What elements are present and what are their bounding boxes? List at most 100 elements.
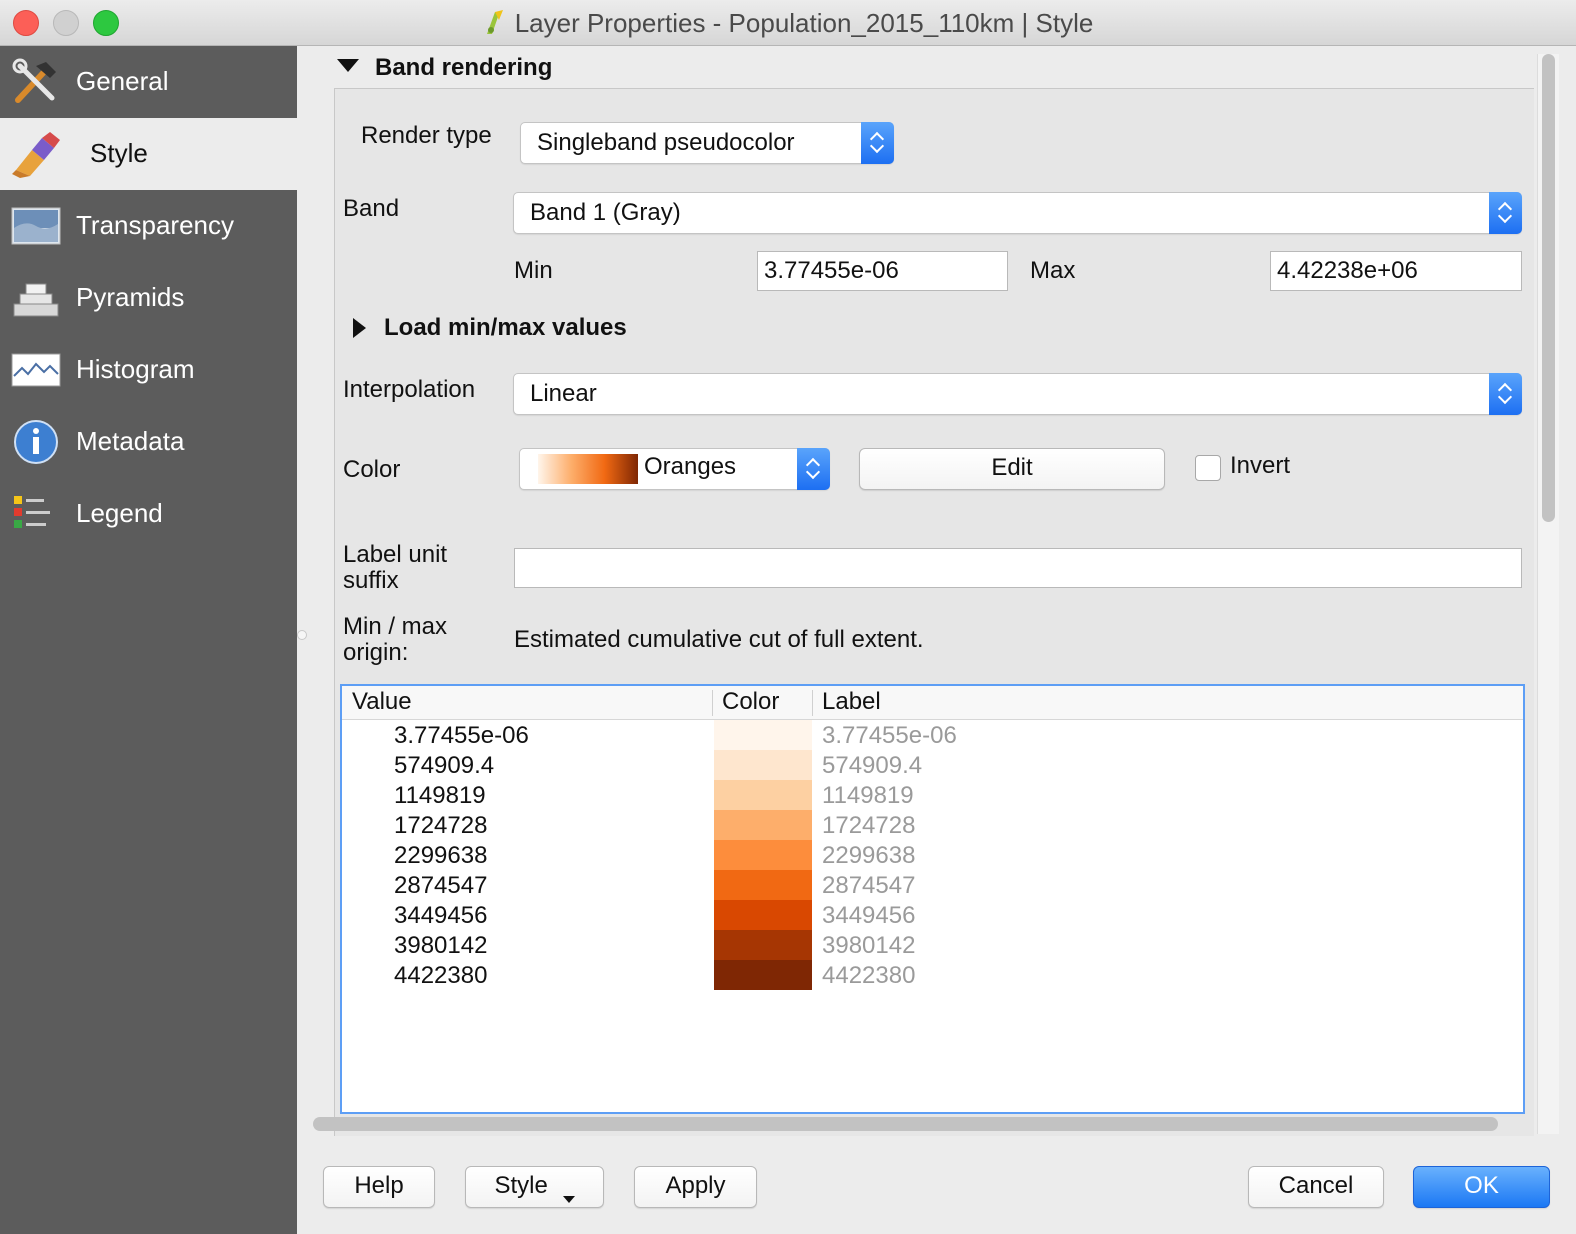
render-type-select[interactable]: Singleband pseudocolor	[520, 122, 894, 164]
expand-triangle-icon	[353, 318, 366, 338]
table-row[interactable]: 4422380 4422380	[342, 960, 1523, 990]
column-header-label[interactable]: Label	[822, 688, 881, 716]
edit-color-ramp-button[interactable]: Edit	[859, 448, 1165, 490]
updown-arrows-icon	[797, 448, 830, 490]
table-row[interactable]: 574909.4 574909.4	[342, 750, 1523, 780]
sidebar-item-style[interactable]: Style	[0, 118, 297, 190]
row-color-swatch[interactable]	[714, 720, 812, 750]
style-menu-button[interactable]: Style	[465, 1166, 604, 1208]
color-label: Color	[343, 456, 401, 483]
interpolation-select[interactable]: Linear	[513, 373, 1522, 415]
row-label[interactable]: 3.77455e-06	[822, 722, 957, 750]
row-value[interactable]: 4422380	[394, 962, 487, 990]
color-ramp-select[interactable]: Oranges	[519, 448, 830, 490]
row-color-swatch[interactable]	[714, 840, 812, 870]
scrollbar-thumb[interactable]	[1542, 54, 1555, 522]
row-value[interactable]: 3.77455e-06	[394, 722, 529, 750]
sidebar-item-pyramids[interactable]: Pyramids	[0, 262, 297, 334]
section-title: Band rendering	[375, 54, 553, 81]
row-color-swatch[interactable]	[714, 930, 812, 960]
row-value[interactable]: 2299638	[394, 842, 487, 870]
row-label[interactable]: 2874547	[822, 872, 915, 900]
sidebar-item-metadata[interactable]: Metadata	[0, 406, 297, 478]
band-select[interactable]: Band 1 (Gray)	[513, 192, 1522, 234]
cancel-button[interactable]: Cancel	[1248, 1166, 1384, 1208]
label-line: origin:	[343, 639, 409, 666]
updown-arrows-icon	[861, 122, 894, 164]
row-value[interactable]: 3449456	[394, 902, 487, 930]
min-input[interactable]	[757, 251, 1008, 291]
row-label[interactable]: 3980142	[822, 932, 915, 960]
interpolation-label: Interpolation	[343, 376, 476, 403]
sidebar-item-general[interactable]: General	[0, 46, 297, 118]
style-panel: Band rendering Render type Singleband ps…	[297, 46, 1576, 1234]
vertical-scrollbar[interactable]	[1537, 54, 1559, 1134]
paintbrush-icon	[12, 132, 60, 178]
column-header-value[interactable]: Value	[352, 688, 412, 716]
row-label[interactable]: 4422380	[822, 962, 915, 990]
table-row[interactable]: 2874547 2874547	[342, 870, 1523, 900]
row-color-swatch[interactable]	[714, 810, 812, 840]
table-row[interactable]: 1724728 1724728	[342, 810, 1523, 840]
invert-checkbox[interactable]	[1195, 455, 1221, 481]
table-row[interactable]: 3449456 3449456	[342, 900, 1523, 930]
row-color-swatch[interactable]	[714, 900, 812, 930]
color-ramp-preview	[538, 454, 638, 484]
help-button[interactable]: Help	[323, 1166, 435, 1208]
dropdown-arrow-icon	[562, 1196, 575, 1203]
row-label[interactable]: 1149819	[822, 782, 914, 810]
label-line: Label unit	[343, 541, 448, 568]
collapse-triangle-icon	[337, 59, 359, 72]
table-row[interactable]: 3.77455e-06 3.77455e-06	[342, 720, 1523, 750]
splitter-handle[interactable]	[297, 630, 307, 640]
color-map-table[interactable]: Value Color Label 3.77455e-06 3.77455e-06…	[340, 684, 1525, 1114]
render-type-label: Render type	[361, 122, 492, 149]
sidebar-item-label: Transparency	[76, 210, 234, 240]
column-header-color[interactable]: Color	[722, 688, 779, 716]
scrollbar-thumb[interactable]	[313, 1117, 1498, 1131]
legend-icon	[14, 496, 50, 528]
row-label[interactable]: 1724728	[822, 812, 915, 840]
sidebar-item-legend[interactable]: Legend	[0, 478, 297, 550]
label-unit-suffix-text[interactable]	[515, 549, 1521, 587]
max-label: Max	[1030, 257, 1076, 284]
title-bar: Layer Properties - Population_2015_110km…	[0, 0, 1576, 46]
sidebar-item-label: Legend	[76, 498, 163, 528]
row-value[interactable]: 1724728	[394, 812, 487, 840]
table-row[interactable]: 2299638 2299638	[342, 840, 1523, 870]
row-color-swatch[interactable]	[714, 750, 812, 780]
table-header: Value Color Label	[342, 686, 1523, 720]
band-rendering-header[interactable]: Band rendering	[337, 54, 552, 82]
row-color-swatch[interactable]	[714, 780, 812, 810]
sidebar-item-histogram[interactable]: Histogram	[0, 334, 297, 406]
row-color-swatch[interactable]	[714, 960, 812, 990]
invert-label: Invert	[1230, 452, 1291, 479]
color-ramp-value: Oranges	[644, 453, 737, 480]
row-label[interactable]: 3449456	[822, 902, 915, 930]
row-value[interactable]: 574909.4	[394, 752, 494, 780]
table-row[interactable]: 1149819 1149819	[342, 780, 1523, 810]
label-unit-suffix-input[interactable]	[514, 548, 1522, 588]
updown-arrows-icon	[1489, 192, 1522, 234]
row-value[interactable]: 3980142	[394, 932, 487, 960]
load-minmax-header[interactable]: Load min/max values	[353, 314, 627, 342]
table-row[interactable]: 3980142 3980142	[342, 930, 1523, 960]
row-value[interactable]: 1149819	[394, 782, 486, 810]
row-label[interactable]: 2299638	[822, 842, 915, 870]
row-value[interactable]: 2874547	[394, 872, 487, 900]
max-input-text[interactable]	[1271, 252, 1521, 290]
style-button-label: Style	[494, 1172, 548, 1199]
ok-button[interactable]: OK	[1413, 1166, 1550, 1208]
horizontal-scrollbar[interactable]	[313, 1114, 1498, 1134]
apply-button[interactable]: Apply	[634, 1166, 757, 1208]
label-line: suffix	[343, 567, 399, 594]
column-divider[interactable]	[712, 690, 713, 716]
column-divider[interactable]	[812, 690, 813, 716]
row-label[interactable]: 574909.4	[822, 752, 922, 780]
sidebar-item-transparency[interactable]: Transparency	[0, 190, 297, 262]
min-input-text[interactable]	[758, 252, 1007, 290]
histogram-icon	[11, 353, 61, 387]
row-color-swatch[interactable]	[714, 870, 812, 900]
sidebar-item-label: Metadata	[76, 426, 185, 456]
max-input[interactable]	[1270, 251, 1522, 291]
